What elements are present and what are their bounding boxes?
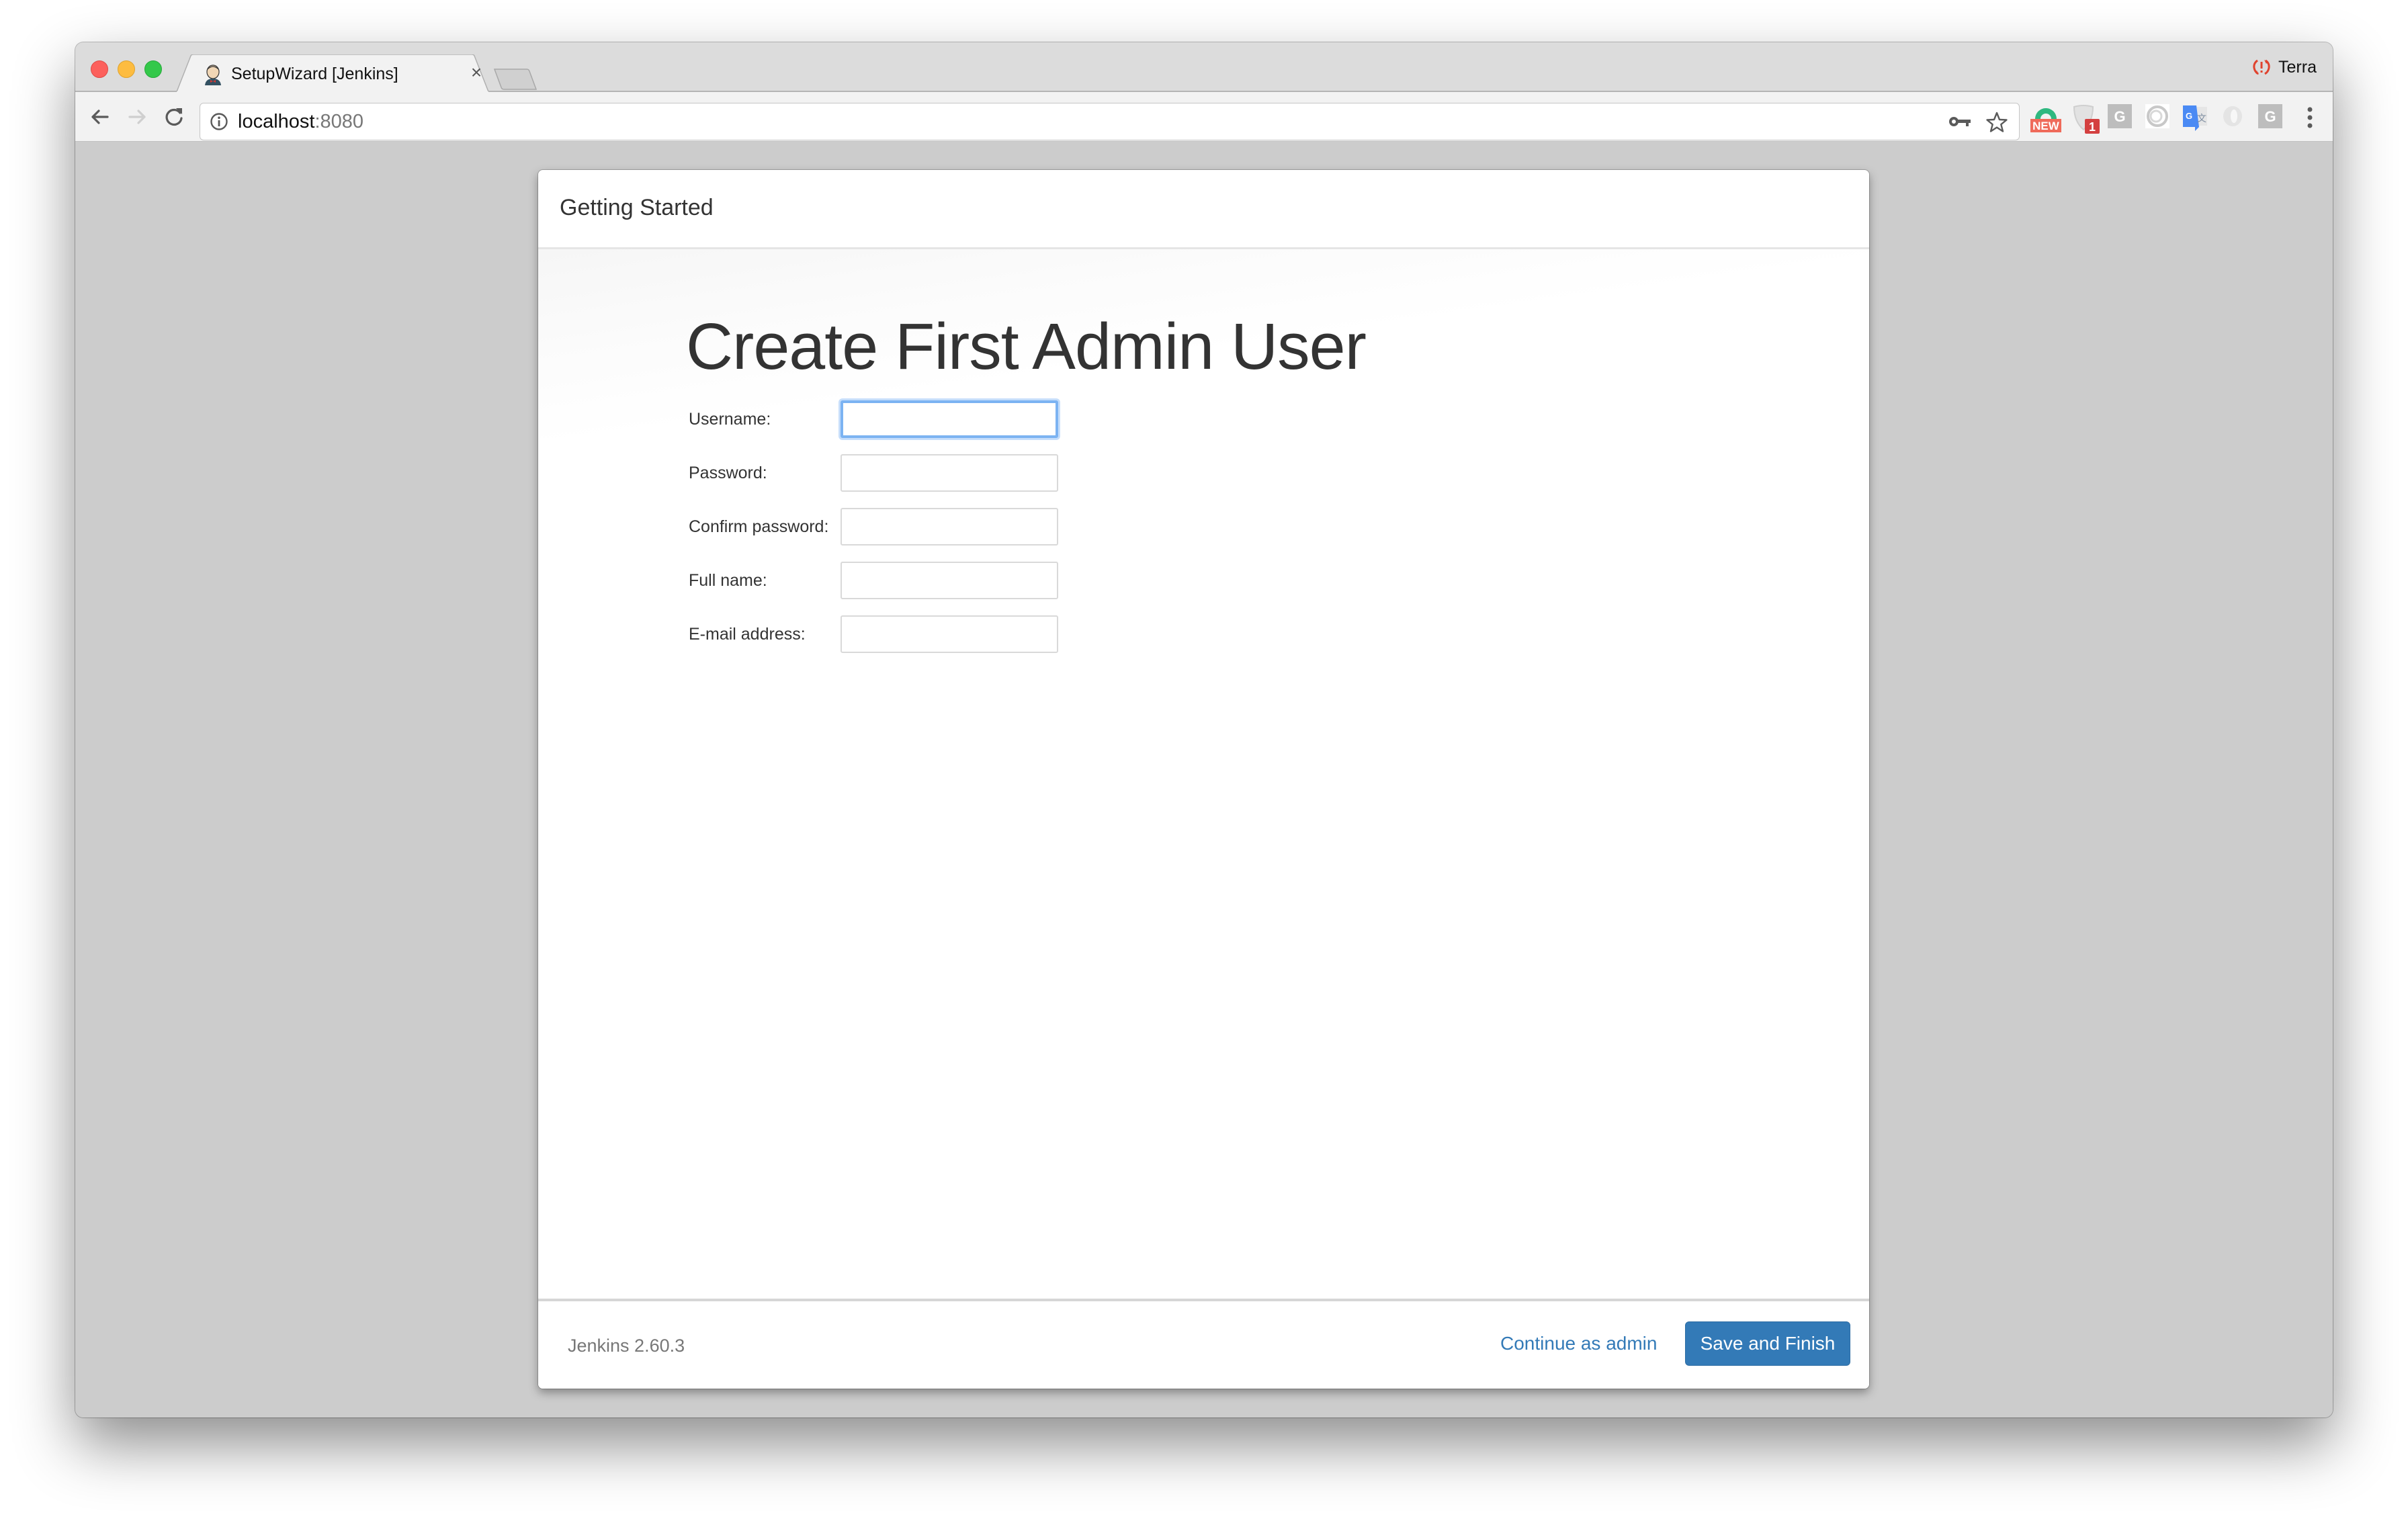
page-viewport: Getting Started Create First Admin User … xyxy=(75,142,2333,1418)
window-close-button[interactable] xyxy=(91,60,108,78)
circle-extension-icon[interactable] xyxy=(2145,104,2172,131)
g-letter-icon: G xyxy=(2258,104,2282,128)
dialog-header: Getting Started xyxy=(538,170,1869,249)
profile-name: Terra xyxy=(2278,57,2317,77)
password-label: Password: xyxy=(689,464,767,482)
shield-icon: 1 xyxy=(2073,105,2100,134)
svg-text:G: G xyxy=(2186,111,2192,121)
browser-menu-icon[interactable] xyxy=(2303,105,2317,130)
ring-extension-icon[interactable] xyxy=(2221,104,2247,131)
email-input[interactable] xyxy=(841,615,1058,653)
tab-setupwizard[interactable]: SetupWizard [Jenkins] × xyxy=(176,54,495,93)
extension-arc-icon: NEW xyxy=(2030,108,2061,132)
grammarly-new-extension-icon[interactable]: NEW xyxy=(2030,104,2061,132)
tab-strip: SetupWizard [Jenkins] × Terra xyxy=(75,42,2333,93)
url-text[interactable]: localhost:8080 xyxy=(238,111,363,132)
back-arrow-icon[interactable] xyxy=(87,104,113,130)
extension-badge-new: NEW xyxy=(2032,120,2060,132)
continue-as-admin-link[interactable]: Continue as admin xyxy=(1500,1332,1657,1355)
ring-icon xyxy=(2223,106,2242,126)
dialog-body: Create First Admin User Username: Passwo… xyxy=(538,249,1869,1299)
dialog-footer: Jenkins 2.60.3 Continue as admin Save an… xyxy=(538,1299,1869,1389)
page-title: Create First Admin User xyxy=(686,310,1367,383)
browser-window: SetupWizard [Jenkins] × Terra localhost:… xyxy=(75,42,2333,1418)
new-tab-button[interactable] xyxy=(493,68,538,91)
google-translate-extension-icon[interactable]: G 文 xyxy=(2183,104,2210,131)
bookmark-star-icon[interactable] xyxy=(1985,111,2008,134)
sync-error-icon xyxy=(2253,59,2270,75)
g-letter-icon: G xyxy=(2108,104,2132,128)
circles-icon xyxy=(2145,104,2169,128)
svg-text:G: G xyxy=(2114,108,2125,125)
form-row-email: E-mail address: xyxy=(689,615,1092,653)
username-label: Username: xyxy=(689,410,771,429)
g-extension-2-icon[interactable]: G xyxy=(2258,104,2285,131)
jenkins-butler-icon xyxy=(205,64,221,85)
form-row-password: Password: xyxy=(689,454,1092,492)
profile-button[interactable]: Terra xyxy=(2251,56,2317,79)
reload-icon[interactable] xyxy=(161,104,187,130)
shield-extension-icon[interactable]: 1 xyxy=(2070,104,2100,134)
form-row-full-name: Full name: xyxy=(689,562,1092,599)
dialog-header-title: Getting Started xyxy=(560,195,714,220)
email-label: E-mail address: xyxy=(689,625,806,644)
extension-badge-count: 1 xyxy=(2089,120,2096,134)
address-bar[interactable]: localhost:8080 xyxy=(200,103,2020,140)
window-minimize-button[interactable] xyxy=(118,60,135,78)
jenkins-version: Jenkins 2.60.3 xyxy=(568,1336,685,1356)
password-input[interactable] xyxy=(841,454,1058,492)
url-port: :8080 xyxy=(314,111,364,132)
browser-toolbar: localhost:8080 NEW 1 G G 文 G xyxy=(75,92,2333,142)
svg-text:文: 文 xyxy=(2197,113,2206,124)
svg-text:G: G xyxy=(2264,108,2276,125)
form-row-confirm-password: Confirm password: xyxy=(689,508,1092,546)
confirm-password-input[interactable] xyxy=(841,508,1058,546)
full-name-input[interactable] xyxy=(841,562,1058,599)
window-maximize-button[interactable] xyxy=(144,60,162,78)
info-icon[interactable] xyxy=(210,112,228,131)
username-input[interactable] xyxy=(841,400,1058,438)
tab-title: SetupWizard [Jenkins] xyxy=(231,64,398,83)
translate-icon: G 文 xyxy=(2183,105,2207,131)
tab-close-icon[interactable]: × xyxy=(466,62,486,83)
full-name-label: Full name: xyxy=(689,571,767,590)
forward-arrow-icon[interactable] xyxy=(124,104,150,130)
setup-wizard-dialog: Getting Started Create First Admin User … xyxy=(538,170,1869,1389)
confirm-password-label: Confirm password: xyxy=(689,517,829,536)
save-and-finish-button[interactable]: Save and Finish xyxy=(1685,1321,1850,1366)
g-extension-1-icon[interactable]: G xyxy=(2108,104,2135,131)
key-icon[interactable] xyxy=(1948,113,1972,130)
form-row-username: Username: xyxy=(689,400,1092,438)
url-host: localhost xyxy=(238,111,315,132)
